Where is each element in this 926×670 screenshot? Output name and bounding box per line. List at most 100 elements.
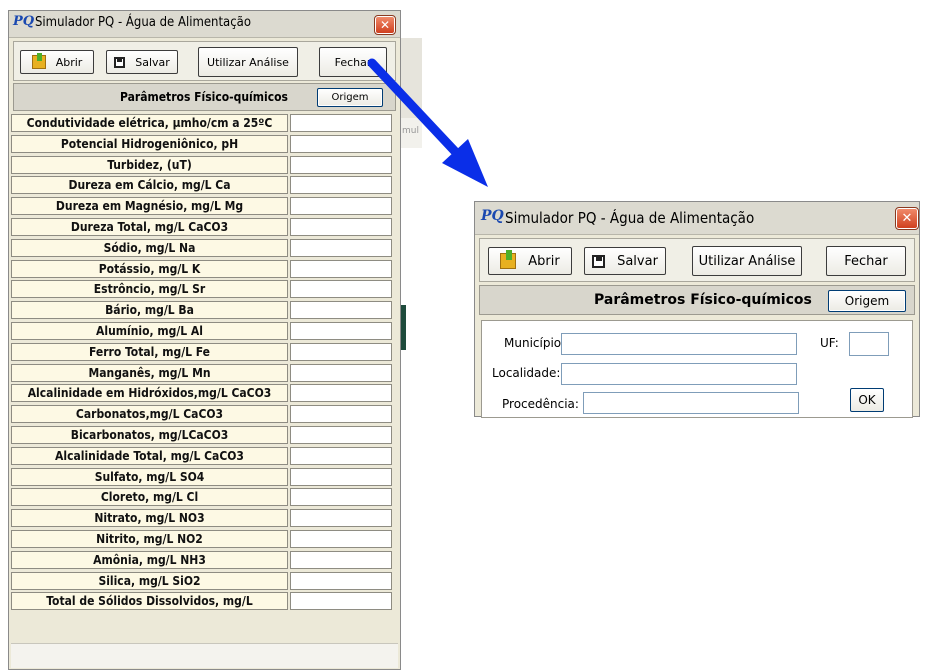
parameter-value-input[interactable] [290, 571, 392, 590]
parameter-label: Manganês, mg/L Mn [11, 363, 288, 382]
parameter-row: Nitrito, mg/L NO2 [11, 530, 395, 549]
parameter-label: Silica, mg/L SiO2 [11, 571, 288, 590]
main-titlebar[interactable]: PQ Simulador PQ - Água de Alimentação ✕ [9, 11, 400, 38]
parameter-value-input[interactable] [290, 467, 392, 486]
parameter-label: Dureza em Cálcio, mg/L Ca [11, 176, 288, 195]
folder-open-icon-2 [500, 250, 517, 269]
window-title-2: Simulador PQ - Água de Alimentação [505, 209, 755, 227]
origin-form: Município: UF: Localidade: Procedência: … [481, 320, 913, 418]
localidade-label: Localidade: [492, 366, 561, 380]
parameter-value-input[interactable] [290, 550, 392, 569]
use-analysis-button-label: Utilizar Análise [207, 55, 289, 69]
parameter-row: Dureza em Magnésio, mg/L Mg [11, 197, 395, 216]
arrow-icon [367, 58, 488, 187]
parameter-row: Bário, mg/L Ba [11, 301, 395, 320]
parameter-value-input[interactable] [290, 218, 392, 236]
parameter-label: Bário, mg/L Ba [11, 301, 288, 320]
ok-button-label: OK [858, 393, 876, 407]
parameter-value-input[interactable] [290, 488, 392, 507]
parameter-label: Total de Sólidos Dissolvidos, mg/L [11, 592, 288, 611]
parameter-row: Sódio, mg/L Na [11, 238, 395, 258]
parameter-row: Ferro Total, mg/L Fe [11, 342, 395, 362]
parameter-row: Sulfato, mg/L SO4 [11, 467, 395, 487]
parameter-label: Carbonatos,mg/L CaCO3 [11, 405, 288, 424]
parameter-row: Condutividade elétrica, µmho/cm a 25ºC [11, 114, 395, 133]
parameter-row: Dureza em Cálcio, mg/L Ca [11, 176, 395, 195]
parameter-value-input[interactable] [290, 259, 392, 278]
parameter-row: Alcalinidade em Hidróxidos,mg/L CaCO3 [11, 384, 395, 403]
section-header: Parâmetros Físico-químicos Origem [13, 83, 396, 111]
parameter-row: Silica, mg/L SiO2 [11, 571, 395, 591]
parameter-value-input[interactable] [290, 592, 392, 611]
parameter-label: Alcalinidade em Hidróxidos,mg/L CaCO3 [11, 384, 288, 403]
parameter-value-input[interactable] [290, 301, 392, 320]
parameter-label: Potássio, mg/L K [11, 259, 288, 278]
parameter-value-input[interactable] [290, 426, 392, 444]
uf-label: UF: [820, 336, 839, 350]
main-toolbar: Abrir Salvar Utilizar Análise Fechar [13, 41, 396, 81]
municipio-input[interactable] [561, 333, 797, 355]
parameter-label: Potencial Hidrogeniônico, pH [11, 134, 288, 153]
parameter-value-input[interactable] [290, 446, 392, 465]
parameter-label: Cloreto, mg/L Cl [11, 488, 288, 507]
floppy-disk-icon [114, 56, 126, 68]
procedencia-input[interactable] [583, 392, 799, 414]
origem-button-label-2: Origem [844, 294, 890, 308]
parameter-value-input[interactable] [290, 322, 392, 340]
parameter-label: Alcalinidade Total, mg/L CaCO3 [11, 446, 288, 465]
origin-titlebar[interactable]: PQ Simulador PQ - Água de Alimentação ✕ [475, 202, 919, 235]
parameter-row: Manganês, mg/L Mn [11, 363, 395, 383]
floppy-disk-icon-2 [592, 254, 606, 268]
parameter-row: Estrôncio, mg/L Sr [11, 280, 395, 299]
parameter-row: Potássio, mg/L K [11, 259, 395, 279]
open-button[interactable]: Abrir [20, 50, 94, 74]
parameter-value-input[interactable] [290, 342, 392, 361]
parameter-value-input[interactable] [290, 280, 392, 299]
parameter-row: Alumínio, mg/L Al [11, 322, 395, 341]
folder-open-icon [31, 53, 46, 69]
procedencia-label: Procedência: [502, 397, 579, 411]
parameter-row: Alcalinidade Total, mg/L CaCO3 [11, 446, 395, 466]
parameter-label: Dureza Total, mg/L CaCO3 [11, 218, 288, 236]
close-icon-2[interactable]: ✕ [895, 207, 919, 230]
localidade-input[interactable] [561, 363, 797, 385]
municipio-label: Município: [504, 336, 566, 350]
ok-button[interactable]: OK [850, 388, 884, 412]
save-button[interactable]: Salvar [106, 50, 178, 74]
parameter-label: Nitrato, mg/L NO3 [11, 509, 288, 528]
use-analysis-button[interactable]: Utilizar Análise [198, 47, 298, 77]
use-analysis-button-2[interactable]: Utilizar Análise [692, 246, 802, 276]
parameter-row: Amônia, mg/L NH3 [11, 550, 395, 570]
parameter-value-input[interactable] [290, 363, 392, 382]
parameter-label: Sódio, mg/L Na [11, 238, 288, 257]
origem-button-2[interactable]: Origem [828, 290, 906, 312]
save-button-label: Salvar [135, 55, 170, 69]
parameter-row: Cloreto, mg/L Cl [11, 488, 395, 507]
parameter-label: Condutividade elétrica, µmho/cm a 25ºC [11, 114, 288, 132]
section-header-2: Parâmetros Físico-químicos Origem [479, 285, 915, 315]
origin-window: PQ Simulador PQ - Água de Alimentação ✕ … [474, 201, 920, 418]
app-logo-icon-2: PQ [481, 208, 504, 224]
parameter-value-input[interactable] [290, 197, 392, 216]
parameter-value-input[interactable] [290, 238, 392, 257]
close-icon[interactable]: ✕ [374, 15, 396, 35]
save-button-label-2: Salvar [617, 253, 658, 269]
window-title: Simulador PQ - Água de Alimentação [35, 15, 251, 30]
save-button-2[interactable]: Salvar [584, 247, 666, 275]
section-title: Parâmetros Físico-químicos [120, 90, 288, 104]
parameter-value-input[interactable] [290, 530, 392, 548]
close-button-2[interactable]: Fechar [826, 246, 906, 276]
use-analysis-button-label-2: Utilizar Análise [698, 253, 796, 269]
parameter-label: Sulfato, mg/L SO4 [11, 467, 288, 486]
parameter-label: Bicarbonatos, mg/LCaCO3 [11, 426, 288, 444]
parameter-value-input[interactable] [290, 384, 392, 403]
section-title-2: Parâmetros Físico-químicos [594, 292, 812, 308]
parameter-value-input[interactable] [290, 405, 392, 424]
app-logo-icon: PQ [13, 14, 35, 29]
origin-toolbar: Abrir Salvar Utilizar Análise Fechar [479, 238, 915, 282]
parameter-row: Turbidez, (uT) [11, 155, 395, 175]
parameter-label: Amônia, mg/L NH3 [11, 550, 288, 569]
uf-input[interactable] [849, 332, 889, 356]
open-button-2[interactable]: Abrir [488, 247, 572, 275]
parameter-value-input[interactable] [290, 509, 392, 528]
